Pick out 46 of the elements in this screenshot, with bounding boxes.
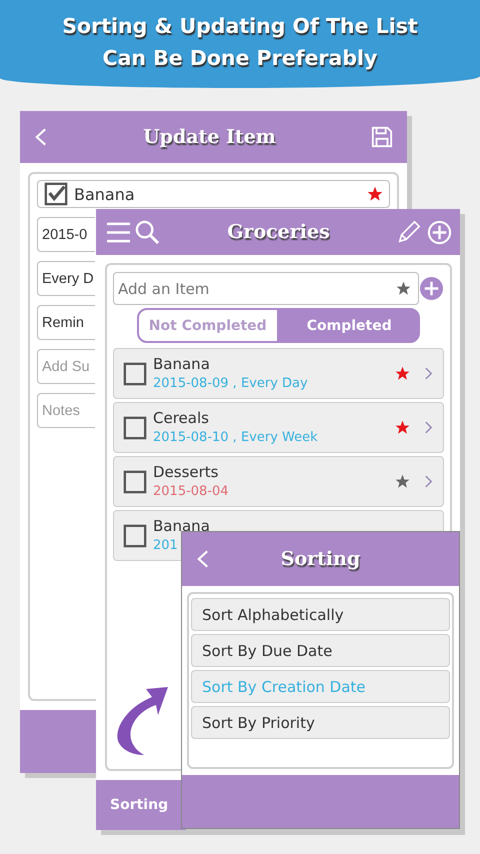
item-name: Banana [153, 354, 211, 374]
checkbox[interactable] [123, 470, 147, 494]
headline: Can Be Done Preferably [102, 45, 378, 72]
headline: Sorting & Updating Of The List [62, 13, 418, 40]
item-name: Cereals [153, 408, 210, 428]
due-info: 2015-08-04 [153, 482, 230, 500]
back-icon[interactable] [34, 126, 48, 148]
item-name: Desserts [153, 462, 220, 482]
star-icon[interactable] [395, 420, 410, 435]
pencil-icon[interactable] [397, 220, 421, 244]
star-icon[interactable] [395, 474, 410, 489]
due-info: 2015-08-10 , Every Week [153, 428, 319, 446]
add-item-field[interactable]: Add an Item [113, 272, 419, 305]
due-info: 201 [153, 536, 179, 554]
item-name: Banana [74, 184, 136, 204]
chevron-icon[interactable] [424, 420, 433, 435]
due-info: 2015-08-09 , Every Day [153, 374, 309, 392]
input-field[interactable]: Every D [37, 261, 95, 296]
item-name: Banana [153, 516, 211, 536]
item-name-field[interactable]: Banana [37, 180, 390, 208]
sort-option[interactable]: Sort Alphabetically [191, 598, 450, 631]
star-icon[interactable] [396, 281, 411, 296]
menu-icon[interactable] [106, 220, 131, 244]
screen-title: Groceries [226, 221, 331, 243]
checkbox[interactable] [123, 416, 147, 440]
checkbox[interactable] [44, 182, 68, 206]
chevron-icon[interactable] [424, 366, 433, 381]
sort-option[interactable]: Sort By Due Date [191, 634, 450, 667]
input-field[interactable]: Remin [37, 305, 95, 340]
star-icon[interactable] [367, 186, 383, 202]
search-icon[interactable] [135, 220, 160, 244]
checkbox[interactable] [123, 524, 147, 548]
screen-title: Sorting [280, 548, 362, 570]
back-icon[interactable] [196, 548, 210, 570]
screen-title: Update Item [142, 126, 277, 148]
checkbox[interactable] [123, 362, 147, 386]
list-item[interactable]: Banana 2015-08-09 , Every Day [113, 348, 444, 399]
input-field[interactable]: 2015-0 [37, 217, 95, 252]
add-icon[interactable] [419, 276, 444, 301]
sort-option[interactable]: Sort By Priority [191, 706, 450, 739]
star-icon[interactable] [395, 366, 410, 381]
chevron-icon[interactable] [424, 474, 433, 489]
add-icon[interactable] [427, 220, 452, 244]
list-item[interactable]: Desserts 2015-08-04 [113, 456, 444, 507]
list-item[interactable]: Cereals 2015-08-10 , Every Week [113, 402, 444, 453]
save-icon[interactable] [371, 126, 393, 148]
